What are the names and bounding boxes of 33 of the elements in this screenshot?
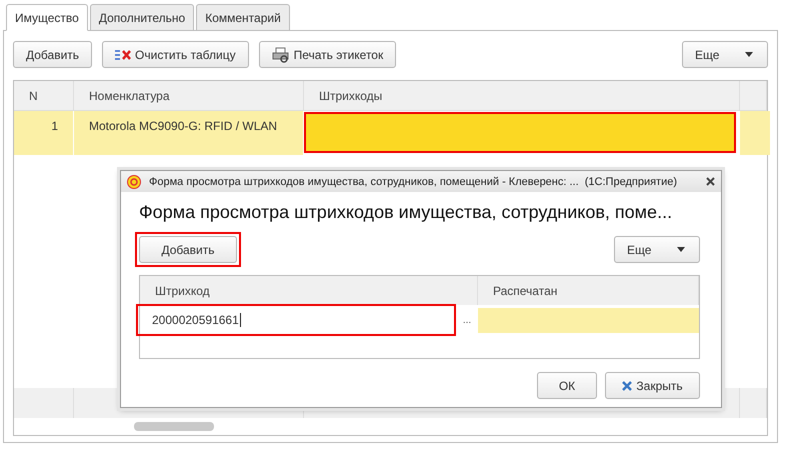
table-cell: 1 <box>14 111 74 155</box>
more-button[interactable]: Еще <box>614 236 700 263</box>
table-cell: Motorola MC9090-G: RFID / WLAN <box>74 111 304 155</box>
close-icon <box>622 380 632 390</box>
ok-button[interactable]: ОК <box>537 372 597 399</box>
column-header <box>740 81 767 111</box>
barcode-input-field[interactable]: 2000020591661 <box>136 304 456 336</box>
dialog-heading: Форма просмотра штрихкодов имущества, сотрудников, поме... <box>139 202 674 223</box>
scrollbar-thumb[interactable] <box>134 422 214 431</box>
column-header: Штрихкод <box>140 276 478 305</box>
close-icon[interactable] <box>706 177 715 186</box>
table-cell <box>740 111 771 155</box>
caret-icon <box>677 247 686 252</box>
printer-icon <box>272 46 290 62</box>
select-button[interactable]: ... <box>456 314 478 326</box>
toolbar-button[interactable]: Печать этикеток <box>258 41 396 68</box>
window-title: Форма просмотра штрихкодов имущества, сотрудников, помещений - Клеверенс: ... (1С:Предприятие) <box>149 176 678 188</box>
toolbar-button[interactable]: Очистить таблицу <box>102 41 249 68</box>
toolbar-button[interactable]: Добавить <box>13 41 92 68</box>
close-button[interactable]: Закрыть <box>605 372 700 399</box>
app-logo-icon <box>127 174 141 188</box>
column-header: Штрихкоды <box>304 81 740 111</box>
barcode-cell[interactable] <box>304 112 736 153</box>
tab[interactable]: Комментарий <box>196 4 290 31</box>
tab[interactable]: Имущество <box>6 4 88 31</box>
column-header: Распечатан <box>478 276 699 305</box>
tab[interactable]: Дополнительно <box>90 4 194 31</box>
column-header: Номенклатура <box>74 81 304 111</box>
column-header: N <box>14 81 74 111</box>
more-button[interactable]: Еще <box>682 41 768 68</box>
add-button[interactable]: Добавить <box>139 236 237 263</box>
caret-icon <box>745 52 754 57</box>
clear-table-icon <box>115 48 132 60</box>
